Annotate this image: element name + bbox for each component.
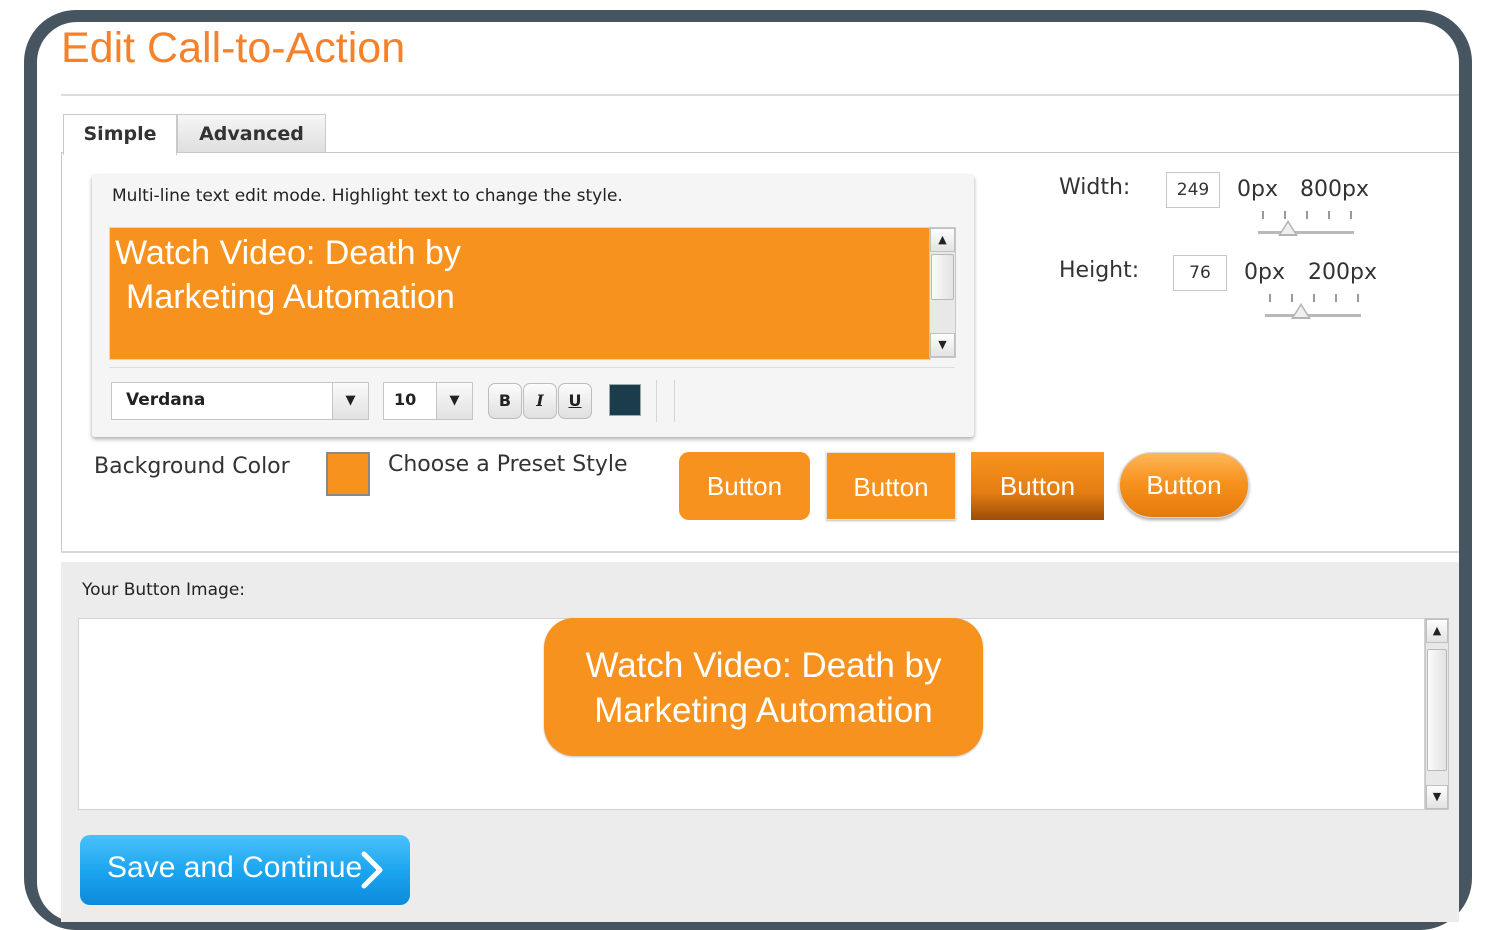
preview-scrollbar[interactable]: ▲ ▼: [1425, 618, 1449, 810]
italic-button[interactable]: I: [523, 383, 557, 419]
preset-style-flat[interactable]: Button: [826, 452, 956, 520]
height-min: 0px: [1244, 260, 1285, 285]
editor-hint: Multi-line text edit mode. Highlight tex…: [112, 186, 623, 206]
editor-scrollbar[interactable]: ▲ ▼: [929, 227, 956, 358]
width-input[interactable]: 249: [1166, 172, 1220, 208]
width-min: 0px: [1237, 177, 1278, 202]
panel-border: [61, 152, 62, 552]
scroll-down-icon[interactable]: ▼: [930, 333, 955, 357]
font-size-value: 10: [394, 390, 417, 409]
underline-button[interactable]: U: [558, 383, 592, 419]
preview-label: Your Button Image:: [82, 580, 246, 600]
width-slider-track: [1258, 231, 1354, 234]
chevron-down-icon[interactable]: ▼: [332, 383, 368, 419]
tab-simple[interactable]: Simple: [63, 114, 177, 155]
preset-style-pill[interactable]: Button: [1119, 452, 1249, 518]
height-label: Height:: [1059, 258, 1140, 283]
cta-button-preview: Watch Video: Death by Marketing Automati…: [544, 618, 983, 756]
cta-line-2: Marketing Automation: [594, 691, 933, 730]
scroll-up-icon[interactable]: ▲: [1426, 619, 1448, 643]
button-text-input[interactable]: Watch Video: Death by Marketing Automati…: [109, 227, 931, 360]
height-slider-track: [1265, 314, 1361, 317]
page-title: Edit Call-to-Action: [61, 24, 406, 72]
title-divider: [61, 94, 1459, 96]
scroll-down-icon[interactable]: ▼: [1426, 785, 1448, 809]
background-color-label: Background Color: [94, 454, 290, 479]
toolbar-separator: [674, 380, 675, 422]
font-family-select[interactable]: Verdana ▼: [111, 382, 369, 420]
scroll-thumb[interactable]: [1427, 649, 1447, 771]
font-family-value: Verdana: [126, 390, 206, 410]
panel-divider: [61, 551, 1459, 553]
chevron-down-icon[interactable]: ▼: [436, 383, 472, 419]
width-max: 800px: [1300, 177, 1369, 202]
preset-style-gradient[interactable]: Button: [971, 452, 1104, 520]
preset-style-rounded[interactable]: Button: [679, 452, 810, 520]
width-label: Width:: [1059, 175, 1131, 200]
width-slider-thumb[interactable]: [1277, 220, 1298, 236]
text-color-picker[interactable]: [609, 384, 641, 416]
height-max: 200px: [1308, 260, 1377, 285]
bold-button[interactable]: B: [488, 383, 522, 419]
height-slider[interactable]: [1265, 288, 1361, 328]
text-line-1: Watch Video: Death by: [115, 234, 461, 272]
scroll-thumb[interactable]: [931, 254, 954, 300]
height-slider-thumb[interactable]: [1291, 303, 1312, 319]
background-color-swatch[interactable]: [326, 452, 370, 496]
width-slider[interactable]: [1258, 205, 1354, 245]
tab-advanced[interactable]: Advanced: [177, 114, 326, 153]
text-line-2: Marketing Automation: [126, 278, 455, 316]
font-size-select[interactable]: 10 ▼: [383, 382, 473, 420]
tab-divider: [61, 152, 1459, 153]
toolbar-separator: [656, 380, 657, 422]
preset-style-label: Choose a Preset Style: [388, 452, 628, 477]
save-button-label: Save and Continue: [107, 851, 363, 884]
chevron-right-icon: [361, 851, 383, 889]
toolbar-divider: [109, 367, 955, 368]
height-input[interactable]: 76: [1173, 255, 1227, 291]
scroll-up-icon[interactable]: ▲: [930, 228, 955, 252]
cta-line-1: Watch Video: Death by: [585, 646, 942, 685]
